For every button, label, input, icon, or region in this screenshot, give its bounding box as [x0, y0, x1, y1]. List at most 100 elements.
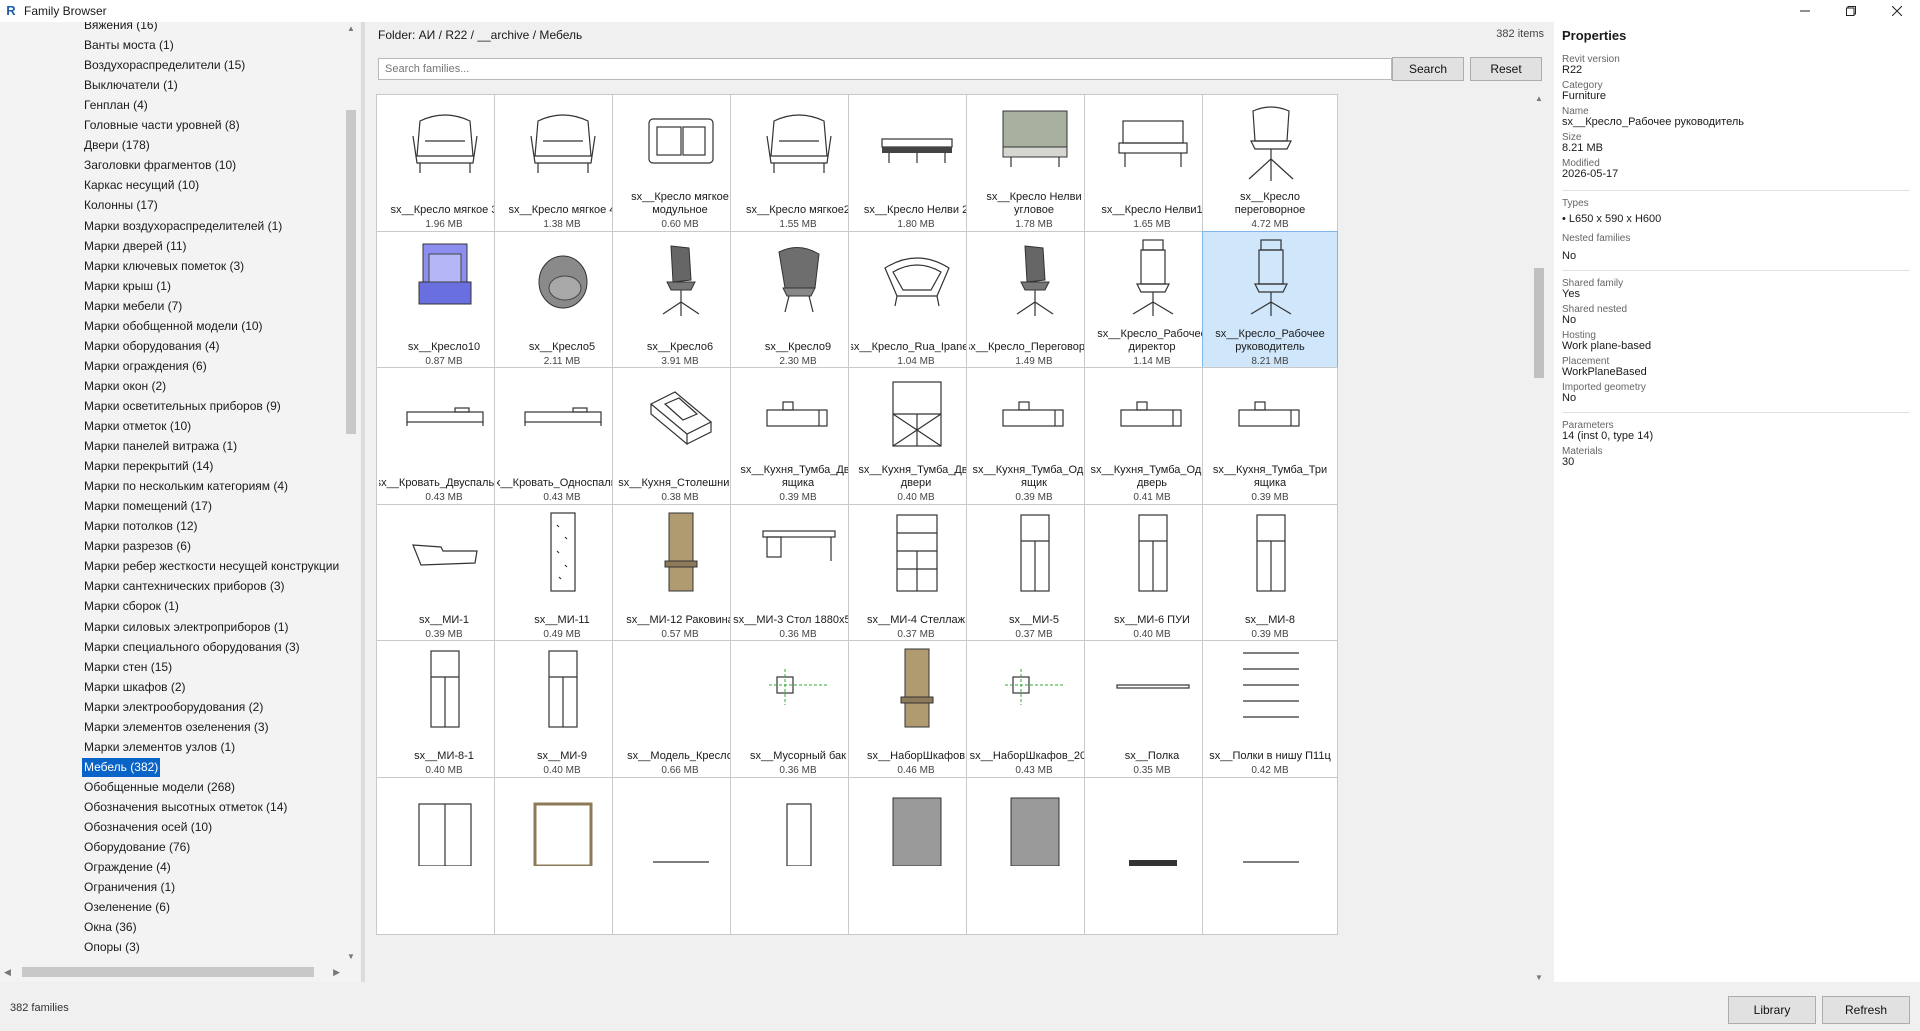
family-card[interactable]: sx__Кресло_Рабочее директор1.14 MBR22	[1084, 230, 1220, 389]
tree-item[interactable]: Марки специального оборудования (3)	[82, 638, 302, 657]
family-card[interactable]	[376, 776, 512, 935]
family-card[interactable]: sx__МИ-4 Стеллаж0.37 MBR22	[848, 503, 984, 662]
maximize-icon[interactable]	[1828, 0, 1874, 22]
family-card[interactable]	[1202, 776, 1338, 935]
family-card[interactable]: sx__Кресло Нелви 21.80 MBR22	[848, 94, 984, 252]
tree-item[interactable]: Выключатели (1)	[82, 76, 180, 95]
family-card[interactable]: sx__Кресло мягкое 41.38 MBR22	[494, 94, 630, 252]
tree-item[interactable]: Ванты моста (1)	[82, 36, 176, 55]
tree-item[interactable]: Озеленение (6)	[82, 898, 172, 917]
scroll-up-icon[interactable]: ▲	[1532, 94, 1546, 103]
tree-item[interactable]: Марки силовых электроприборов (1)	[82, 618, 291, 637]
tree-item[interactable]: Марки мебели (7)	[82, 297, 184, 316]
family-card[interactable]: sx__Кресло_Рабочее руководитель8.21 MBR2…	[1202, 230, 1338, 389]
scrollbar-thumb[interactable]	[22, 967, 314, 977]
tree-item[interactable]: Каркас несущий (10)	[82, 176, 201, 195]
search-input[interactable]	[378, 58, 1392, 80]
family-card[interactable]: sx__Полка0.35 MBR22	[1084, 640, 1220, 798]
tree-vertical-scrollbar[interactable]: ▲ ▼	[344, 22, 358, 964]
family-card[interactable]: sx__Мусорный бак0.36 MBR22	[730, 640, 866, 798]
family-card[interactable]: sx__Кресло52.11 MBR22	[494, 230, 630, 389]
tree-item[interactable]: Марки потолков (12)	[82, 517, 200, 536]
scroll-right-icon[interactable]: ▶	[333, 964, 340, 980]
family-card[interactable]: sx__Кресло63.91 MBR22	[612, 230, 748, 389]
scroll-down-icon[interactable]: ▼	[1532, 973, 1546, 982]
tree-item[interactable]: Марки сантехнических приборов (3)	[82, 577, 287, 596]
family-card[interactable]: sx__Кресло_Переговорное1.49 MBR22	[966, 230, 1102, 389]
scroll-up-icon[interactable]: ▲	[344, 22, 358, 36]
refresh-button[interactable]: Refresh	[1822, 996, 1910, 1024]
family-card[interactable]: sx__Кресло мягкое 31.96 MBR22	[376, 94, 512, 252]
family-card[interactable]: sx__МИ-50.37 MBR22	[966, 503, 1102, 662]
tree-item[interactable]: Марки воздухораспределителей (1)	[82, 217, 284, 236]
family-card[interactable]	[1084, 776, 1220, 935]
tree-item[interactable]: Заголовки фрагментов (10)	[82, 156, 238, 175]
tree-item[interactable]: Вяжения (16)	[82, 22, 160, 35]
family-card[interactable]: sx__МИ-8-10.40 MBR22	[376, 640, 512, 798]
tree-item[interactable]: Головные части уровней (8)	[82, 116, 242, 135]
tree-item[interactable]: Марки ограждения (6)	[82, 357, 209, 376]
tree-item[interactable]: Марки панелей витража (1)	[82, 437, 239, 456]
family-card[interactable]: sx__Кресло100.87 MBR22	[376, 230, 512, 389]
close-icon[interactable]	[1874, 0, 1920, 22]
family-card[interactable]: sx__Полки в нишу П11ц0.42 MBR22	[1202, 640, 1338, 798]
family-card[interactable]: sx__Кухня_Тумба_Три ящика0.39 MBR22	[1202, 367, 1338, 525]
family-card[interactable]: sx__МИ-90.40 MBR22	[494, 640, 630, 798]
tree-item[interactable]: Ограждение (4)	[82, 858, 173, 877]
tree-item[interactable]: Марки электрооборудования (2)	[82, 698, 265, 717]
tree-item[interactable]: Марки дверей (11)	[82, 237, 189, 256]
tree-item[interactable]: Марки перекрытий (14)	[82, 457, 215, 476]
family-card[interactable]: sx__Кресло переговорное4.72 MBR22	[1202, 94, 1338, 252]
tree-item[interactable]: Марки сборок (1)	[82, 597, 181, 616]
tree-item[interactable]: Марки шкафов (2)	[82, 678, 188, 697]
family-card[interactable]: sx__МИ-6 ПУИ0.40 MBR22	[1084, 503, 1220, 662]
tree-item[interactable]: Марки стен (15)	[82, 658, 174, 677]
family-card[interactable]: sx__Кровать_Односпальная0.43 MBR22	[494, 367, 630, 525]
family-card[interactable]: sx__Кресло Нелви угловое1.78 MBR22	[966, 94, 1102, 252]
family-card[interactable]: sx__Кухня_Тумба_Две двери0.40 MBR22	[848, 367, 984, 525]
scrollbar-thumb[interactable]	[346, 110, 356, 434]
tree-item[interactable]: Колонны (17)	[82, 196, 160, 215]
pane-splitter[interactable]	[361, 22, 365, 982]
family-card[interactable]: sx__Кресло мягкое21.55 MBR22	[730, 94, 866, 252]
tree-item[interactable]: Марки осветительных приборов (9)	[82, 397, 283, 416]
tree-item[interactable]: Марки разрезов (6)	[82, 537, 193, 556]
scrollbar-thumb[interactable]	[1534, 268, 1544, 378]
family-card[interactable]	[966, 776, 1102, 935]
tree-item[interactable]: Обозначения высотных отметок (14)	[82, 798, 289, 817]
family-card[interactable]: sx__НаборШкафов0.46 MBR22	[848, 640, 984, 798]
tree-item[interactable]: Мебель (382)	[82, 757, 161, 777]
minimize-icon[interactable]	[1782, 0, 1828, 22]
tree-item[interactable]: Опоры (3)	[82, 938, 142, 957]
reset-button[interactable]: Reset	[1470, 57, 1542, 81]
tree-item[interactable]: Марки отметок (10)	[82, 417, 193, 436]
family-card[interactable]: sx__Кресло мягкое модульное0.60 MBR22	[612, 94, 748, 252]
family-card[interactable]: sx__МИ-110.49 MBR22	[494, 503, 630, 662]
family-card[interactable]	[730, 776, 866, 935]
tree-item[interactable]: Марки обобщенной модели (10)	[82, 317, 265, 336]
tree-item[interactable]: Марки элементов озеленения (3)	[82, 718, 271, 737]
family-card[interactable]: sx__МИ-10.39 MBR22	[376, 503, 512, 662]
tree-item[interactable]: Марки окон (2)	[82, 377, 168, 396]
tree-item[interactable]: Марки крыш (1)	[82, 277, 173, 296]
family-card[interactable]: sx__МИ-3 Стол 1880х5000.36 MBR22	[730, 503, 866, 662]
library-button[interactable]: Library	[1728, 996, 1816, 1024]
tree-item[interactable]: Марки помещений (17)	[82, 497, 214, 516]
tree-item[interactable]: Окна (36)	[82, 918, 139, 937]
tree-horizontal-scrollbar[interactable]: ◀ ▶	[0, 964, 344, 980]
tree-item[interactable]: Марки оборудования (4)	[82, 337, 222, 356]
family-card[interactable]: sx__Кресло Нелви11.65 MBR22	[1084, 94, 1220, 252]
scroll-left-icon[interactable]: ◀	[4, 964, 11, 980]
family-card[interactable]: sx__МИ-12 Раковина0.57 MBR22	[612, 503, 748, 662]
family-card[interactable]: sx__МИ-80.39 MBR22	[1202, 503, 1338, 662]
family-card[interactable]	[612, 776, 748, 935]
tree-item[interactable]: Ограничения (1)	[82, 878, 177, 897]
tree-item[interactable]: Обобщенные модели (268)	[82, 778, 237, 797]
tree-item[interactable]: Марки по нескольким категориям (4)	[82, 477, 290, 496]
family-card[interactable]: sx__Кухня_Тумба_Два ящика0.39 MBR22	[730, 367, 866, 525]
tree-item[interactable]: Воздухораспределители (15)	[82, 56, 247, 75]
family-card[interactable]	[848, 776, 984, 935]
grid-vertical-scrollbar[interactable]: ▲ ▼	[1532, 94, 1546, 982]
tree-item[interactable]: Генплан (4)	[82, 96, 150, 115]
tree-item[interactable]: Марки ключевых пометок (3)	[82, 257, 246, 276]
